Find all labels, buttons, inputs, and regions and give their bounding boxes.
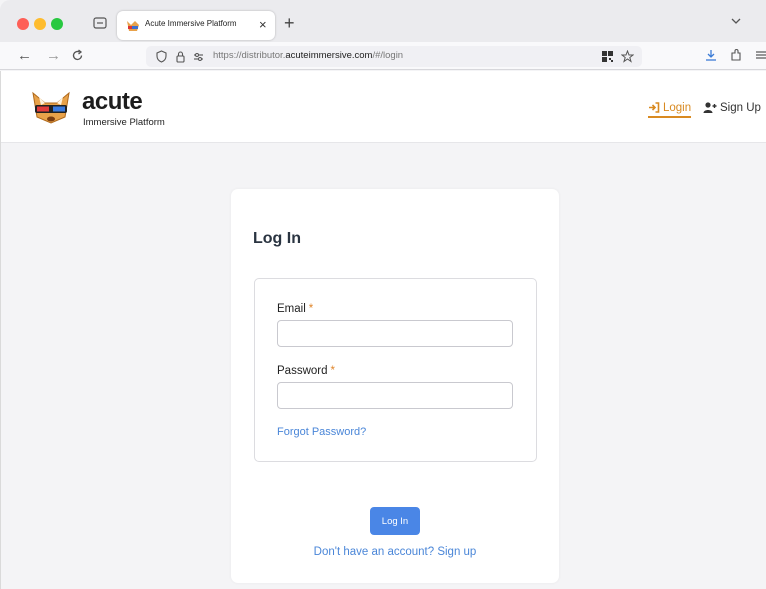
new-tab-button[interactable]: + [284, 14, 295, 32]
permissions-icon[interactable] [192, 50, 205, 63]
forgot-password-link[interactable]: Forgot Password? [277, 426, 366, 438]
nav-login-link[interactable]: Login [648, 102, 692, 118]
url-domain: acuteimmersive.com [285, 50, 373, 61]
url-path: /#/login [372, 50, 404, 61]
password-label-text: Password [277, 365, 328, 377]
page-content: acute Immersive Platform Login Sign Up L… [0, 71, 766, 589]
email-label-text: Email [277, 303, 306, 315]
browser-toolbar: ← → https://distributor.acuteimmersive.c… [0, 42, 766, 70]
required-mark: * [330, 365, 335, 377]
url-prefix: https://distributor. [213, 50, 286, 61]
acute-logo-icon [127, 21, 139, 31]
nav-signup-link[interactable]: Sign Up [703, 102, 761, 114]
download-icon[interactable] [704, 48, 718, 62]
reload-icon[interactable] [71, 49, 84, 62]
lock-icon[interactable] [174, 50, 187, 63]
email-field[interactable] [277, 320, 513, 347]
maximize-window-button[interactable] [51, 18, 63, 30]
site-header: acute Immersive Platform Login Sign Up [1, 71, 766, 143]
login-card: Log In Email * Password * Forgot Password?… [231, 189, 559, 583]
close-tab-icon[interactable]: × [259, 17, 267, 32]
login-form: Email * Password * Forgot Password? [254, 278, 537, 462]
acute-logo-icon[interactable] [29, 87, 73, 127]
close-window-button[interactable] [17, 18, 29, 30]
url-text[interactable]: https://distributor.acuteimmersive.com/#… [213, 50, 403, 61]
required-mark: * [308, 303, 314, 315]
tab-list-icon[interactable] [93, 16, 107, 29]
browser-tab-bar: Acute Immersive Platform × + [0, 0, 766, 42]
qr-code-icon[interactable] [601, 50, 614, 63]
active-tab[interactable]: Acute Immersive Platform × [117, 11, 275, 40]
page-title: Log In [253, 230, 301, 247]
nav-login-label: Login [663, 102, 692, 114]
minimize-window-button[interactable] [34, 18, 46, 30]
brand-subtitle: Immersive Platform [83, 117, 165, 128]
password-label: Password * [277, 365, 335, 377]
shield-icon[interactable] [155, 50, 168, 63]
extensions-icon[interactable] [729, 48, 743, 62]
login-icon [649, 102, 660, 114]
forward-arrow-icon[interactable]: → [46, 47, 61, 64]
tab-title: Acute Immersive Platform [145, 19, 237, 28]
brand-name[interactable]: acute [82, 89, 143, 115]
email-label: Email * [277, 303, 313, 315]
nav-signup-label: Sign Up [720, 102, 761, 114]
password-field[interactable] [277, 382, 513, 409]
back-arrow-icon[interactable]: ← [17, 47, 32, 64]
signup-link[interactable]: Don't have an account? Sign up [231, 546, 559, 558]
menu-icon[interactable] [754, 48, 766, 62]
add-user-icon [703, 102, 717, 114]
login-button[interactable]: Log In [370, 507, 420, 535]
chevron-down-icon[interactable] [730, 16, 742, 26]
star-icon[interactable] [621, 50, 634, 63]
address-bar[interactable]: https://distributor.acuteimmersive.com/#… [146, 46, 642, 67]
